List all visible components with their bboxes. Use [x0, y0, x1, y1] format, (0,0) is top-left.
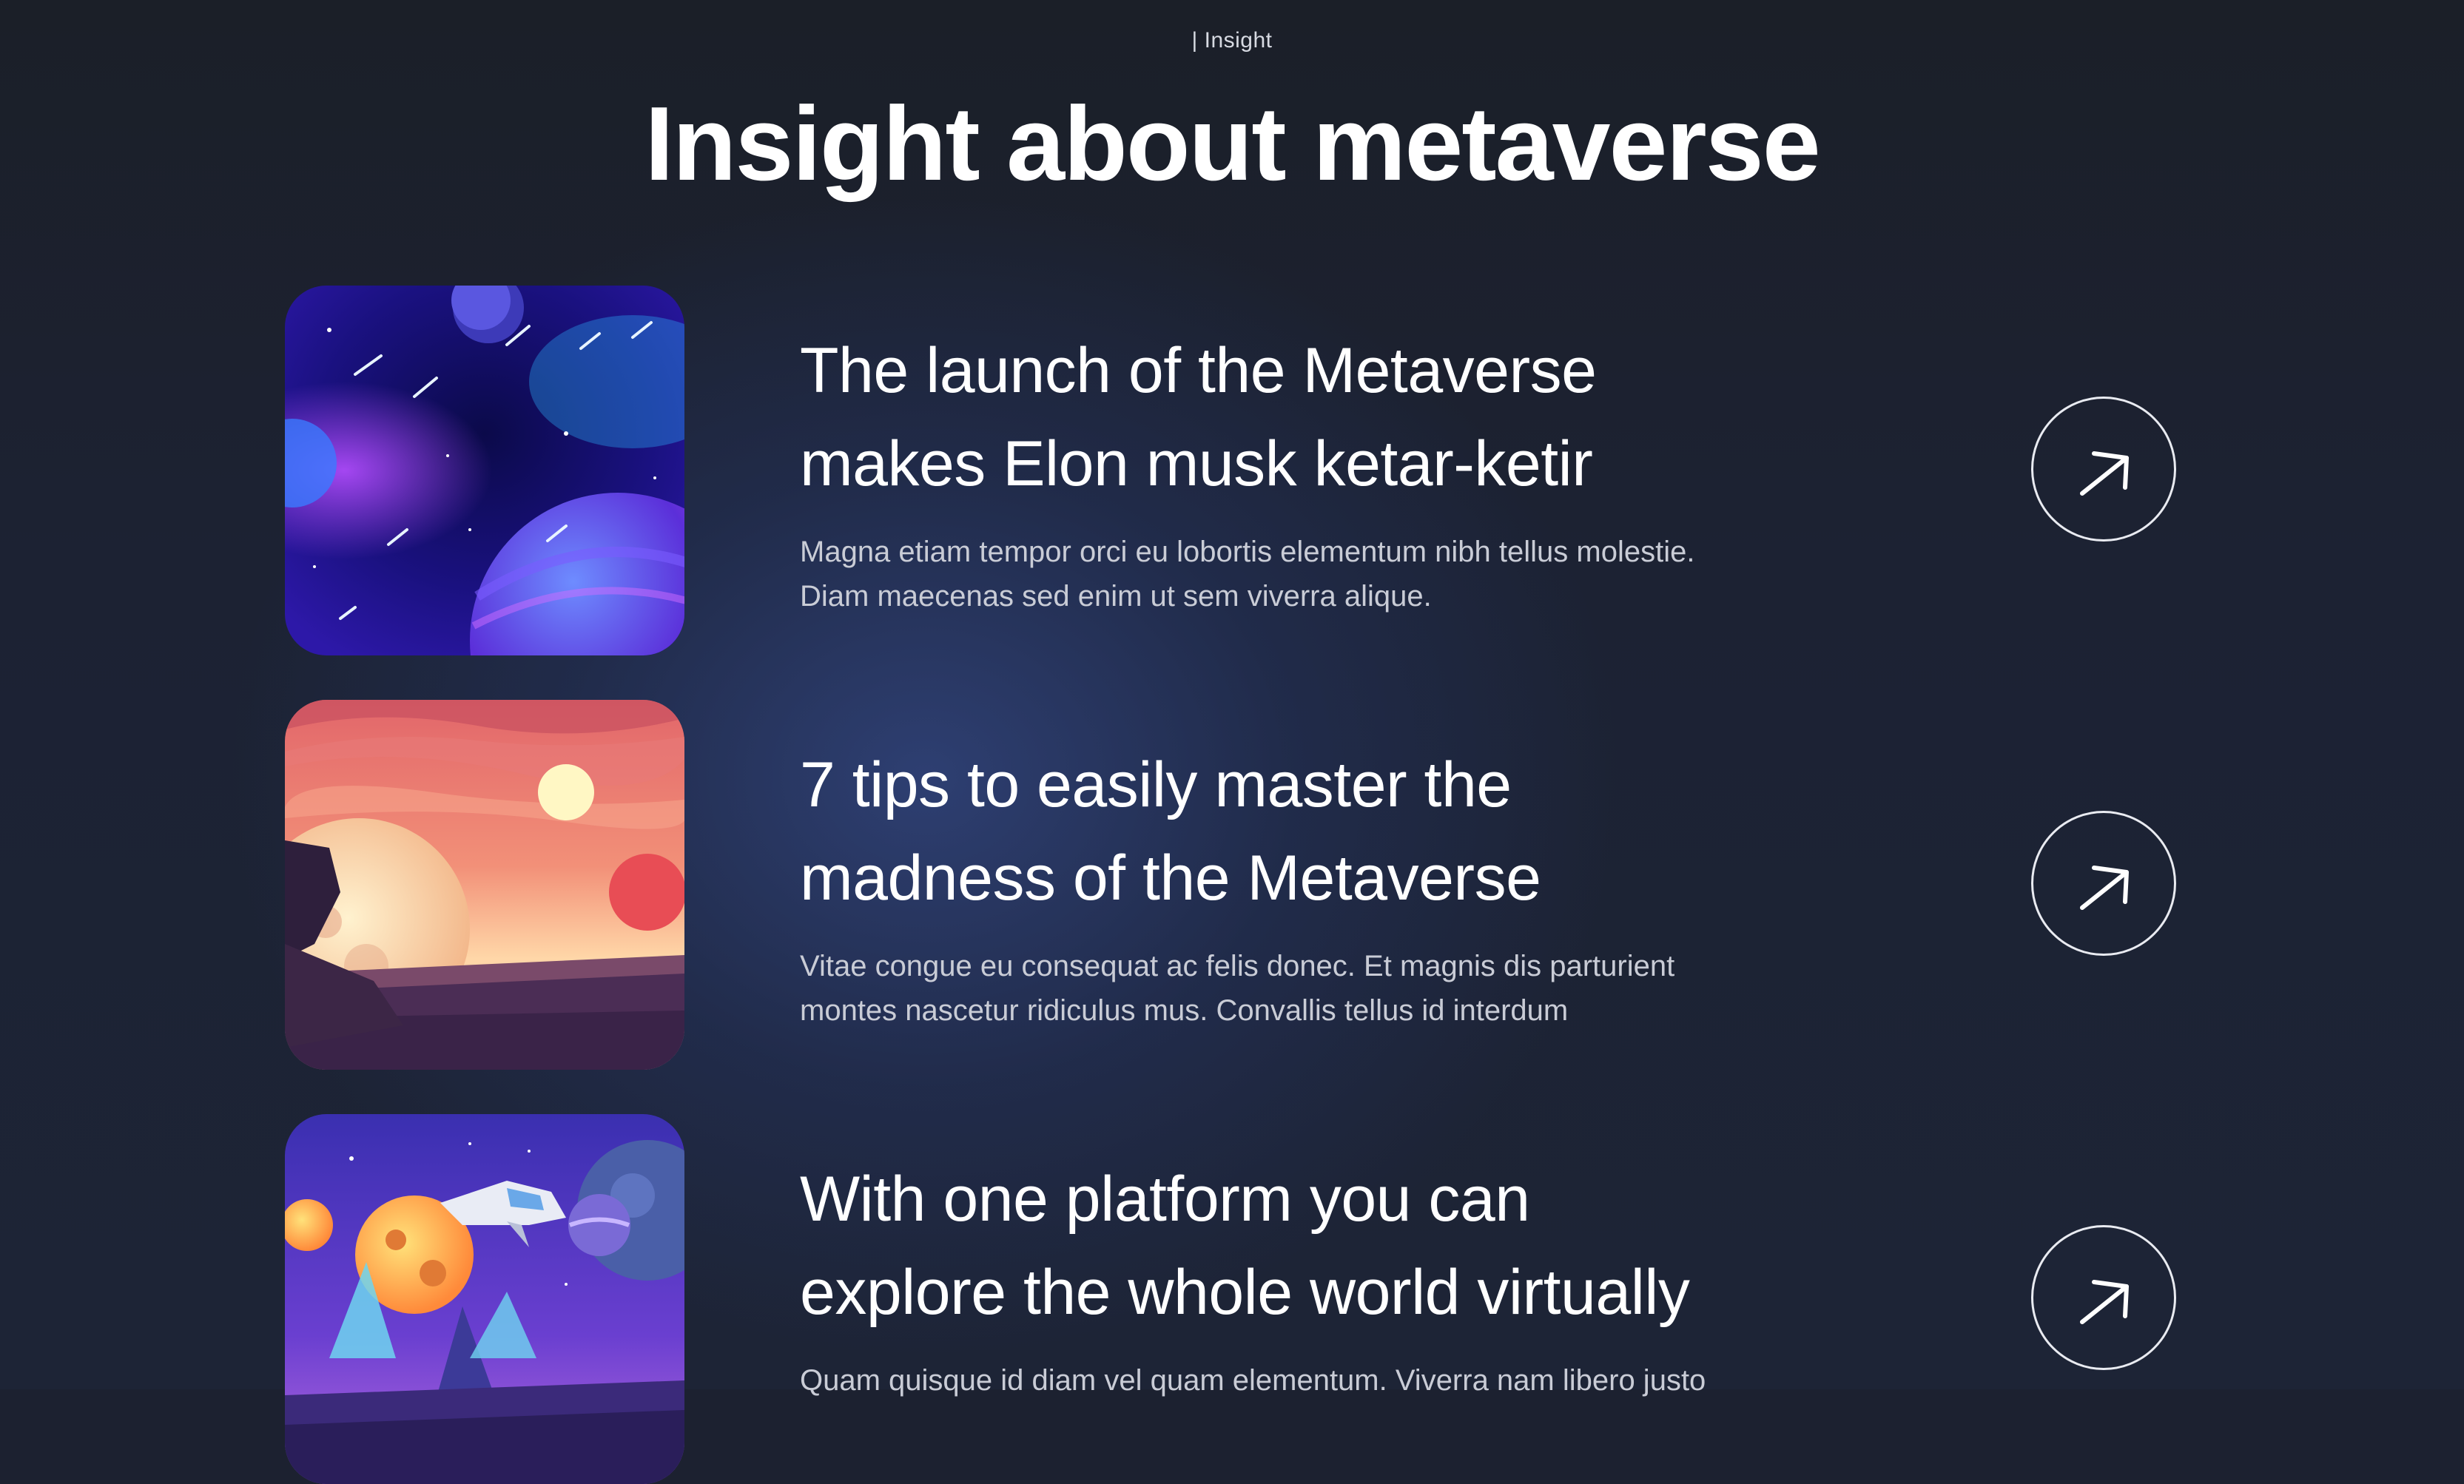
- read-more-button[interactable]: [2031, 397, 2176, 542]
- spaceship-planets-illustration: [285, 1114, 684, 1484]
- article-card[interactable]: The launch of the Metaverse makes Elon m…: [285, 286, 2179, 655]
- arrow-up-right-icon: [2080, 451, 2129, 496]
- article-thumbnail[interactable]: [285, 700, 684, 1070]
- space-planets-illustration: [285, 286, 684, 655]
- alien-sunset-illustration: [285, 700, 684, 1070]
- article-title-line: makes Elon musk ketar-ketir: [800, 428, 1593, 499]
- read-more-button[interactable]: [2031, 811, 2176, 956]
- article-title[interactable]: The launch of the Metaverse makes Elon m…: [800, 324, 1836, 510]
- article-title-line: 7 tips to easily master the: [800, 749, 1512, 820]
- article-thumbnail[interactable]: [285, 1114, 684, 1484]
- article-title-line: madness of the Metaverse: [800, 843, 1541, 914]
- article-title[interactable]: With one platform you can explore the wh…: [800, 1153, 1836, 1339]
- page-title: Insight about metaverse: [644, 85, 1820, 203]
- arrow-up-right-icon: [2080, 866, 2129, 910]
- article-description-line: Vitae congue eu consequat ac felis donec…: [800, 950, 1675, 982]
- arrow-up-right-icon: [2080, 1280, 2129, 1324]
- article-description-line: Magna etiam tempor orci eu lobortis elem…: [800, 536, 1695, 568]
- read-more-button[interactable]: [2031, 1225, 2176, 1370]
- article-title-line: The launch of the Metaverse: [800, 335, 1597, 406]
- article-title[interactable]: 7 tips to easily master the madness of t…: [800, 738, 1836, 925]
- section-eyebrow: | Insight: [1191, 28, 1273, 53]
- article-description: Magna etiam tempor orci eu lobortis elem…: [800, 530, 1836, 618]
- article-description-line: Quam quisque id diam vel quam elementum.…: [800, 1364, 1706, 1397]
- article-card[interactable]: With one platform you can explore the wh…: [285, 1114, 2179, 1484]
- article-card[interactable]: 7 tips to easily master the madness of t…: [285, 700, 2179, 1070]
- article-description: Vitae congue eu consequat ac felis donec…: [800, 944, 1836, 1033]
- article-description: Quam quisque id diam vel quam elementum.…: [800, 1358, 1836, 1403]
- article-thumbnail[interactable]: [285, 286, 684, 655]
- article-description-line: montes nascetur ridiculus mus. Convallis…: [800, 994, 1569, 1027]
- article-title-line: With one platform you can: [800, 1164, 1530, 1235]
- article-description-line: Diam maecenas sed enim ut sem viverra al…: [800, 580, 1432, 613]
- article-title-line: explore the whole world virtually: [800, 1257, 1690, 1328]
